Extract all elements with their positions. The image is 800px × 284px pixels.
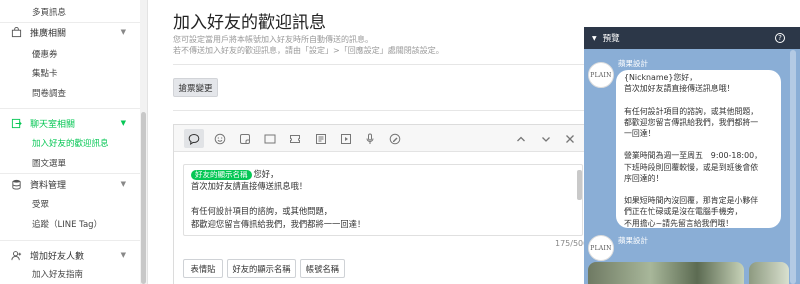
survey-icon[interactable] — [385, 129, 405, 148]
page-description-line-1: 您可設定當用戶將本帳號加入好友時所自動傳送的訊息。 — [173, 35, 373, 44]
sidebar-item-coupon[interactable]: 優惠券 — [0, 44, 140, 64]
sender-name: 蘋果設計 — [618, 236, 648, 245]
sidebar-item-rich-menu[interactable]: 圖文選單 — [0, 153, 140, 173]
insert-emoji-button[interactable]: 表情貼 — [183, 259, 223, 278]
sidebar-item-survey[interactable]: 問卷調查 — [0, 83, 140, 103]
avatar: PLAIN — [588, 62, 614, 88]
message-greeting: 您好， — [253, 169, 279, 179]
chat-export-icon — [10, 117, 22, 129]
sidebar-item-line-tag[interactable]: 追蹤（LINE Tag） — [0, 214, 140, 234]
page-description-line-2: 若不傳送加入好友的歡迎訊息，請由「設定」>「回應設定」處關閉該設定。 — [173, 46, 444, 55]
sidebar-item-label: 加入好友的歡迎訊息 — [32, 139, 109, 149]
help-icon[interactable]: ? — [775, 33, 785, 43]
sidebar-item-audience[interactable]: 受眾 — [0, 194, 140, 214]
sidebar-item-label: 增加好友人數 — [30, 251, 85, 262]
chevron-down-icon[interactable] — [536, 129, 556, 148]
sidebar-group-chat[interactable]: 聊天室相關 ▼ — [0, 113, 140, 133]
sticker-icon[interactable] — [235, 129, 255, 148]
sidebar-item-multi-page-message[interactable]: 多頁訊息 — [0, 2, 140, 22]
chevron-down-icon: ▼ — [120, 28, 126, 36]
message-text[interactable]: 好友的顯示名稱 您好， 首次加好友請直接傳送訊息哦！ 有任何設計項目的諮詢，或其他… — [191, 168, 571, 230]
preview-title: 預覽 — [602, 34, 620, 44]
sidebar-item-label: 資料管理 — [30, 180, 67, 191]
divider — [173, 110, 585, 111]
sidebar-item-welcome-message[interactable]: 加入好友的歡迎訊息 — [0, 133, 140, 153]
database-icon — [10, 178, 22, 190]
sidebar-item-label: 受眾 — [32, 200, 50, 210]
sidebar-item-label: 追蹤（LINE Tag） — [32, 220, 103, 230]
sidebar-item-label: 圖文選單 — [32, 159, 67, 169]
collapse-icon: ▼ — [592, 34, 597, 42]
close-icon[interactable] — [560, 129, 580, 148]
text-icon[interactable] — [184, 129, 204, 148]
message-bubble-text: {Nickname}您好， 首次加好友請直接傳送訊息哦！ 有任何設計項目的諮詢，… — [624, 73, 762, 228]
emoji-icon[interactable] — [210, 129, 230, 148]
sender-name: 蘋果設計 — [618, 59, 648, 68]
sidebar-group-add-friends[interactable]: 增加好友人數 ▼ — [0, 245, 140, 265]
preview-header[interactable]: ▼ 預覽 — [584, 27, 800, 49]
card-image[interactable] — [749, 262, 789, 284]
chevron-down-icon: ▼ — [120, 180, 126, 188]
video-icon[interactable] — [336, 129, 356, 148]
change-button[interactable]: 搶票變更 — [173, 78, 218, 97]
sidebar: 多頁訊息 推廣相關 ▼ 優惠券 集點卡 問卷調查 聊天室相關 ▼ 加入好友的歡迎… — [0, 0, 148, 284]
sidebar-item-label: 優惠券 — [32, 50, 58, 60]
sidebar-item-label: 問卷調查 — [32, 89, 67, 99]
preview-scrollbar[interactable] — [790, 50, 796, 284]
nickname-tag[interactable]: 好友的顯示名稱 — [191, 170, 252, 180]
sidebar-item-label: 聊天室相關 — [30, 119, 76, 130]
sidebar-group-promotion[interactable]: 推廣相關 ▼ — [0, 22, 140, 42]
divider — [173, 64, 585, 65]
sidebar-divider — [0, 108, 140, 109]
sidebar-divider — [0, 240, 140, 241]
avatar: PLAIN — [588, 235, 614, 261]
chevron-up-icon[interactable] — [511, 129, 531, 148]
voice-icon[interactable] — [360, 129, 380, 148]
sidebar-item-label: 加入好友指南 — [32, 270, 84, 280]
rich-message-icon[interactable] — [311, 129, 331, 148]
sidebar-item-label: 集點卡 — [32, 69, 58, 79]
chevron-down-icon: ▼ — [120, 119, 126, 127]
shopping-bag-icon — [10, 26, 22, 38]
message-scrollbar[interactable] — [577, 170, 582, 200]
insert-nickname-button[interactable]: 好友的顯示名稱 — [227, 259, 296, 278]
sidebar-scrollbar-thumb[interactable] — [141, 112, 146, 284]
sidebar-item-point-card[interactable]: 集點卡 — [0, 63, 140, 83]
message-body: 首次加好友請直接傳送訊息哦！ 有任何設計項目的諮詢，或其他問題， 都歡迎您留言傳… — [191, 181, 366, 229]
editor-toolbar — [174, 125, 585, 152]
page-title: 加入好友的歡迎訊息 — [173, 13, 326, 33]
image-icon[interactable] — [260, 129, 280, 148]
coupon-icon[interactable] — [285, 129, 305, 148]
card-image[interactable] — [588, 262, 744, 284]
add-friend-icon — [10, 249, 22, 261]
sidebar-item-add-friend-guide[interactable]: 加入好友指南 — [0, 264, 140, 284]
sidebar-item-label: 多頁訊息 — [32, 8, 67, 18]
insert-account-name-button[interactable]: 帳號名稱 — [300, 259, 345, 278]
chevron-down-icon: ▼ — [120, 251, 126, 259]
sidebar-item-label: 推廣相關 — [30, 28, 67, 39]
sidebar-group-data[interactable]: 資料管理 ▼ — [0, 174, 140, 194]
